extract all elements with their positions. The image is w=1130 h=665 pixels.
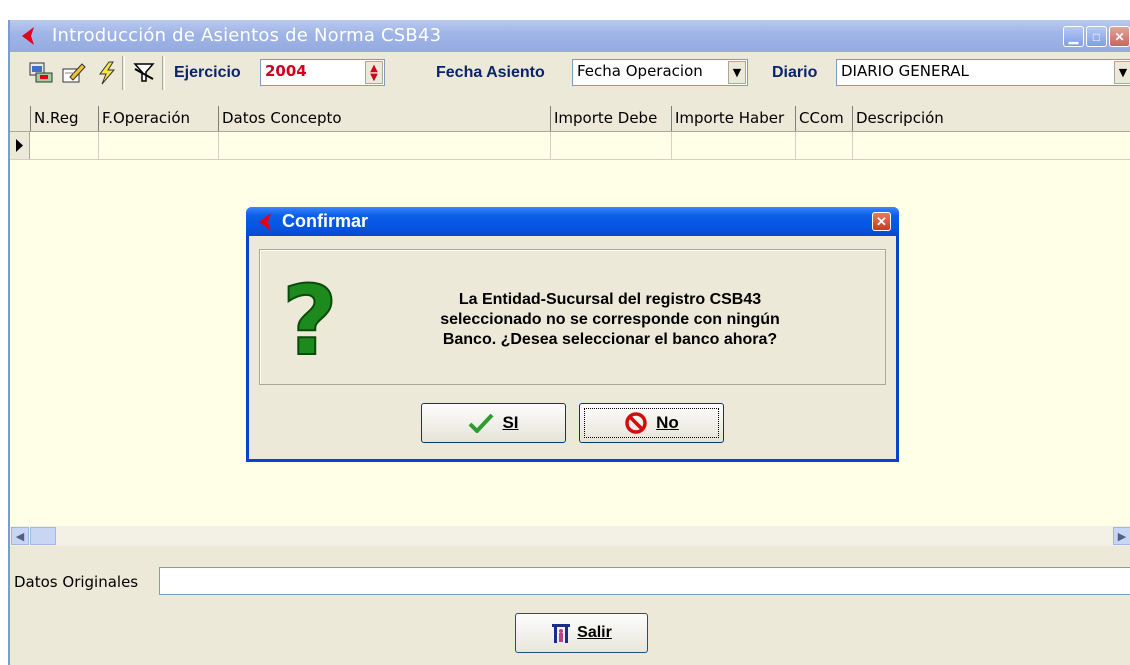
svg-text:?: ?: [282, 270, 338, 365]
app-arrow-icon: [22, 27, 34, 45]
salir-button[interactable]: Salir: [515, 613, 648, 653]
ejercicio-value: 2004: [265, 62, 307, 80]
app-arrow-icon: [259, 213, 271, 231]
confirm-dialog: Confirmar ✕ ? La Entidad-Sucursal del re…: [246, 207, 899, 462]
datos-originales-row: Datos Originales: [10, 564, 1130, 598]
exit-door-icon: [552, 624, 571, 643]
fecha-asiento-select[interactable]: Fecha Operacion ▼: [572, 59, 748, 86]
dialog-title: Confirmar: [282, 211, 369, 231]
dialog-message-panel: ? La Entidad-Sucursal del registro CSB43…: [259, 249, 886, 385]
dialog-titlebar[interactable]: Confirmar ✕: [246, 207, 899, 236]
no-button[interactable]: No: [579, 403, 724, 443]
window-title: Introducción de Asientos de Norma CSB43: [52, 25, 442, 46]
maximize-button[interactable]: □: [1086, 26, 1107, 47]
chevron-down-icon[interactable]: ▼: [1114, 61, 1130, 84]
diario-value: DIARIO GENERAL: [841, 62, 969, 80]
scroll-thumb[interactable]: [30, 527, 56, 545]
close-icon: ✕: [876, 213, 887, 229]
diario-label: Diario: [772, 64, 818, 81]
column-header[interactable]: Descripción: [853, 106, 1130, 131]
scroll-left-icon[interactable]: ◀: [11, 527, 29, 545]
dialog-message: La Entidad-Sucursal del registro CSB43 s…: [350, 290, 870, 350]
table-cell[interactable]: [672, 132, 796, 159]
datos-originales-label: Datos Originales: [14, 573, 139, 591]
toolbar-separator: [162, 56, 165, 90]
datos-originales-field[interactable]: [159, 567, 1130, 595]
column-header[interactable]: CCom: [796, 106, 853, 131]
table-cell[interactable]: [796, 132, 853, 159]
fecha-asiento-label: Fecha Asiento: [436, 64, 545, 81]
window-titlebar[interactable]: Introducción de Asientos de Norma CSB43 …: [10, 20, 1130, 52]
horizontal-scrollbar[interactable]: ◀ ▶: [10, 526, 1130, 546]
lightning-icon[interactable]: [94, 61, 122, 85]
fecha-asiento-value: Fecha Operacion: [577, 62, 703, 80]
yes-button[interactable]: SI: [421, 403, 566, 443]
dialog-close-button[interactable]: ✕: [872, 212, 891, 231]
column-header[interactable]: Importe Debe: [551, 106, 672, 131]
ejercicio-spin[interactable]: 2004 ▲ ▼: [260, 59, 385, 86]
table-cell[interactable]: [551, 132, 672, 159]
column-header[interactable]: F.Operación: [99, 106, 219, 131]
maximize-icon: □: [1092, 29, 1101, 44]
salir-label: Salir: [577, 624, 612, 641]
table-cell[interactable]: [31, 132, 99, 159]
filter-clear-icon[interactable]: [131, 61, 159, 85]
no-sign-icon: [625, 412, 647, 434]
ejercicio-label: Ejercicio: [174, 64, 241, 81]
table-row[interactable]: [10, 132, 1130, 160]
grid-header-corner: [10, 106, 31, 131]
table-cell[interactable]: [853, 132, 1130, 159]
row-indicator-icon: [10, 132, 30, 159]
dialog-message-line: seleccionado no se corresponde con ningú…: [440, 311, 780, 328]
question-mark-icon: ?: [281, 270, 338, 365]
column-header[interactable]: Importe Haber: [672, 106, 796, 131]
close-button[interactable]: ✕: [1109, 26, 1130, 47]
spin-updown-icon[interactable]: ▲ ▼: [365, 61, 383, 84]
table-cell[interactable]: [99, 132, 219, 159]
dialog-message-line: La Entidad-Sucursal del registro CSB43: [458, 291, 762, 308]
minimize-icon: ▁: [1068, 29, 1079, 44]
dialog-message-line: Banco. ¿Desea seleccionar el banco ahora…: [442, 331, 778, 348]
grid-header: N.Reg F.Operación Datos Concepto Importe…: [10, 106, 1130, 132]
no-label: No: [656, 413, 679, 432]
print-icon[interactable]: [28, 61, 56, 85]
scroll-right-icon[interactable]: ▶: [1113, 527, 1130, 545]
toolbar-separator: [122, 56, 125, 90]
column-header[interactable]: Datos Concepto: [219, 106, 551, 131]
table-cell[interactable]: [219, 132, 551, 159]
desktop: Introducción de Asientos de Norma CSB43 …: [0, 0, 1130, 665]
checkmark-icon: [469, 413, 494, 433]
minimize-button[interactable]: ▁: [1063, 26, 1084, 47]
column-header[interactable]: N.Reg: [31, 106, 99, 131]
yes-label: SI: [502, 413, 519, 432]
chevron-down-icon[interactable]: ▼: [728, 61, 746, 84]
edit-icon[interactable]: [60, 61, 88, 85]
close-icon: ✕: [1114, 29, 1125, 44]
diario-select[interactable]: DIARIO GENERAL ▼: [836, 59, 1130, 86]
